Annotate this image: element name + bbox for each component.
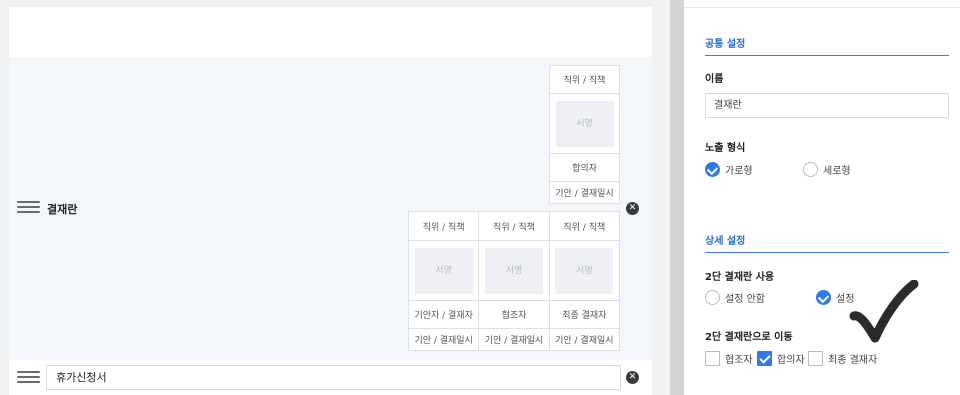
- date-cell: 기안 / 결재일시: [407, 328, 480, 351]
- role-cell: 협조자: [478, 300, 550, 329]
- checkbox-checked-icon: [757, 350, 772, 366]
- radio-not-set[interactable]: 설정 안함: [705, 289, 765, 305]
- radio-checked-icon: [816, 289, 831, 305]
- name-input[interactable]: 결재란: [705, 93, 949, 118]
- position-cell: 직위 / 직책: [478, 211, 550, 241]
- drag-handle-icon[interactable]: [17, 371, 40, 384]
- date-cell: 기안 / 결재일시: [478, 328, 550, 351]
- role-cell: 기안자 / 결재자: [407, 300, 480, 329]
- signature-box: 서명: [484, 247, 543, 294]
- checkbox-unchecked-icon: [705, 350, 720, 366]
- section-divider: [705, 55, 949, 56]
- remove-block-icon[interactable]: ✕: [626, 371, 639, 384]
- position-cell: 직위 / 직책: [549, 65, 620, 94]
- approval-stamp-table: 직위 / 직책 직위 / 직책 직위 / 직책 서명 서명 서명 기안자 / 결…: [407, 211, 621, 351]
- role-cell: 최종 결재자: [548, 300, 621, 329]
- radio-horizontal[interactable]: 가로형: [705, 161, 753, 177]
- remove-block-icon[interactable]: ✕: [626, 202, 639, 215]
- panel-divider[interactable]: [670, 0, 684, 395]
- display-format-label: 노출 형식: [705, 143, 746, 154]
- radio-vertical[interactable]: 세로형: [803, 161, 851, 177]
- role-cell: 합의자: [549, 153, 620, 182]
- position-cell: 직위 / 직책: [407, 211, 480, 241]
- signature-box: 서명: [555, 100, 614, 147]
- name-label: 이름: [705, 74, 724, 85]
- position-cell: 직위 / 직책: [548, 211, 621, 241]
- checkmark-annotation-icon: [849, 280, 919, 343]
- radio-checked-icon: [705, 161, 720, 177]
- move-label: 2단 결재란으로 이동: [705, 332, 793, 343]
- checkbox-unchecked-icon: [808, 350, 823, 366]
- drag-handle-icon[interactable]: [17, 201, 40, 214]
- two-stage-label: 2단 결재란 사용: [705, 272, 775, 283]
- radio-unchecked-icon: [803, 161, 818, 177]
- title-input[interactable]: 휴가신청서: [46, 365, 621, 390]
- detail-settings-title: 상세 설정: [705, 236, 746, 247]
- radio-unchecked-icon: [705, 289, 720, 305]
- signature-box: 서명: [555, 247, 614, 294]
- section-divider: [705, 252, 949, 253]
- approval-block[interactable]: 결재란 ✕ 직위 / 직책 서명 합의자 기안 / 결재일시 직위 / 직책 직…: [9, 57, 652, 360]
- common-settings-title: 공통 설정: [705, 39, 746, 50]
- date-cell: 기안 / 결재일시: [548, 328, 621, 351]
- divider: [684, 7, 960, 8]
- checkbox-cooperator[interactable]: 협조자: [705, 350, 753, 366]
- form-canvas: 결재란 ✕ 직위 / 직책 서명 합의자 기안 / 결재일시 직위 / 직책 직…: [9, 7, 652, 395]
- approval-block-label: 결재란: [47, 203, 78, 216]
- date-cell: 기안 / 결재일시: [549, 181, 620, 204]
- signature-box: 서명: [414, 247, 473, 294]
- agreement-stamp-table: 직위 / 직책 서명 합의자 기안 / 결재일시: [549, 65, 620, 204]
- checkbox-final-approver[interactable]: 최종 결재자: [808, 350, 877, 366]
- checkbox-agreer[interactable]: 합의자: [757, 350, 805, 366]
